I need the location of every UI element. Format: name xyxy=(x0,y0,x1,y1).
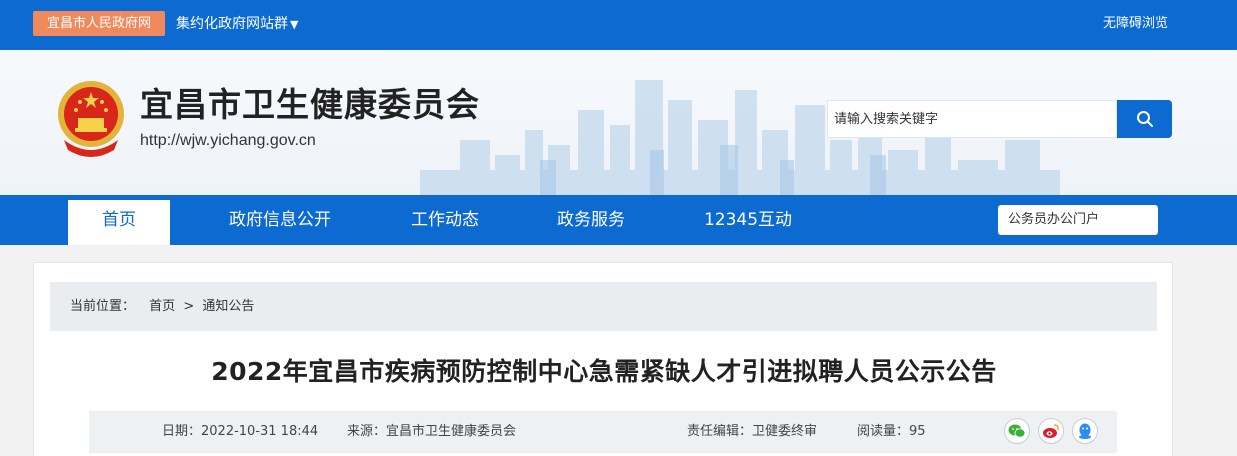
nav-gov-services[interactable]: 政务服务 xyxy=(536,195,646,245)
civil-servant-portal-button[interactable]: 公务员办公门户 xyxy=(998,205,1158,235)
site-title: 宜昌市卫生健康委员会 xyxy=(140,85,480,124)
national-emblem-logo xyxy=(58,81,124,157)
caret-down-icon: ▼ xyxy=(290,18,299,31)
city-government-link[interactable]: 宜昌市人民政府网 xyxy=(33,11,165,36)
accessibility-link[interactable]: 无障碍浏览 xyxy=(1103,14,1168,34)
weibo-icon[interactable] xyxy=(1038,418,1064,444)
breadcrumb-home[interactable]: 首页 xyxy=(149,299,175,314)
content-panel: 当前位置： 首页 > 通知公告 2022年宜昌市疾病预防控制中心急需紧缺人才引进… xyxy=(33,262,1173,456)
nav-gov-info[interactable]: 政府信息公开 xyxy=(205,195,355,245)
breadcrumb-label: 当前位置： xyxy=(70,299,136,314)
header: 宜昌市卫生健康委员会 http://wjw.yichang.gov.cn xyxy=(0,50,1237,195)
article-title: 2022年宜昌市疾病预防控制中心急需紧缺人才引进拟聘人员公示公告 xyxy=(211,357,997,386)
article-editor: 责任编辑：卫健委终审 xyxy=(687,424,818,439)
qq-icon[interactable] xyxy=(1072,418,1098,444)
site-group-dropdown[interactable]: 集约化政府网站群 ▼ xyxy=(176,14,298,35)
top-bar: 宜昌市人民政府网 集约化政府网站群 ▼ 无障碍浏览 xyxy=(0,0,1237,50)
article-source: 来源：宜昌市卫生健康委员会 xyxy=(347,424,517,439)
breadcrumb: 当前位置： 首页 > 通知公告 xyxy=(50,282,1157,331)
article-meta-bar: 日期：2022-10-31 18:44 来源：宜昌市卫生健康委员会 责任编辑：卫… xyxy=(89,411,1117,453)
wechat-icon[interactable] xyxy=(1004,418,1030,444)
article-views: 阅读量：95 xyxy=(857,424,926,439)
search-icon xyxy=(1136,111,1153,127)
search-input[interactable] xyxy=(827,100,1117,138)
breadcrumb-notices[interactable]: 通知公告 xyxy=(202,299,254,314)
nav-12345-interaction[interactable]: 12345互动 xyxy=(688,195,808,245)
breadcrumb-separator: > xyxy=(183,299,195,314)
nav-work-news[interactable]: 工作动态 xyxy=(390,195,500,245)
main-nav: 首页 政府信息公开 工作动态 政务服务 12345互动 公务员办公门户 xyxy=(0,195,1237,245)
site-url: http://wjw.yichang.gov.cn xyxy=(140,132,316,149)
nav-home[interactable]: 首页 xyxy=(68,200,170,245)
article-date: 日期：2022-10-31 18:44 xyxy=(162,424,319,439)
search-button[interactable] xyxy=(1117,100,1172,138)
site-group-label: 集约化政府网站群 xyxy=(176,16,288,32)
